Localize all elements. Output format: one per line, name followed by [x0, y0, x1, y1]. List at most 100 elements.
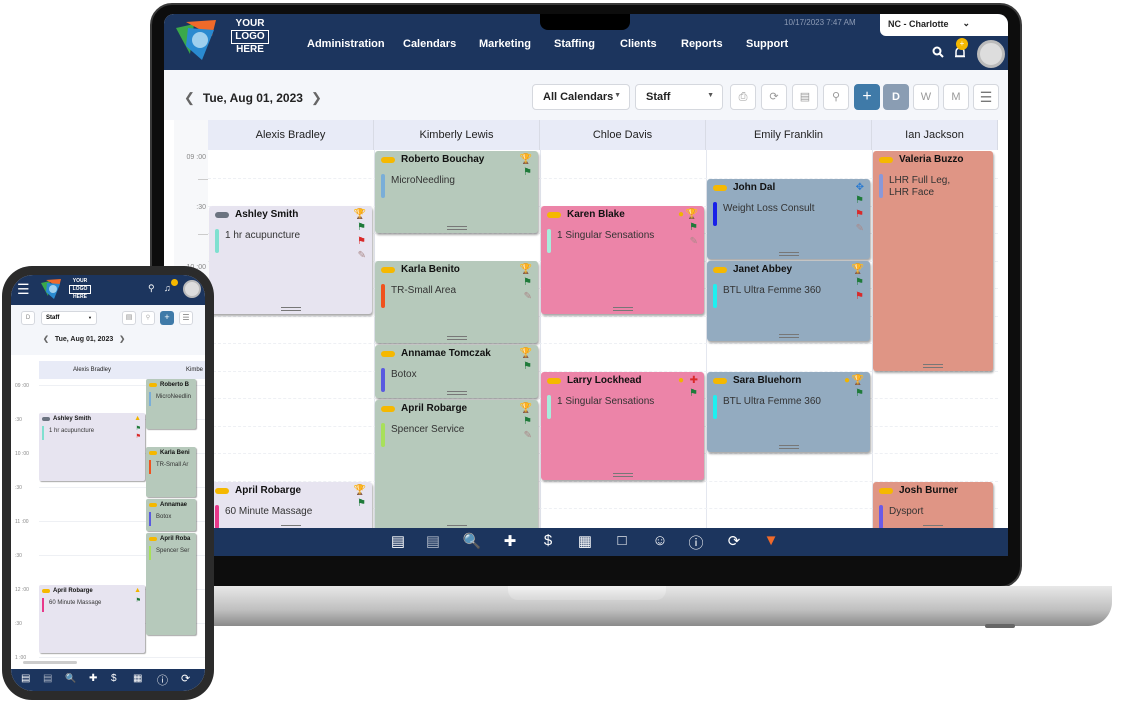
add-appointment-button[interactable]: +: [854, 84, 880, 110]
appointment-card[interactable]: Ashley Smith 1 hr acupuncture 🏆 ⚑ ⚑ ✎: [209, 206, 372, 314]
menu-button[interactable]: ☰: [179, 311, 193, 325]
nav-administration[interactable]: Administration: [307, 38, 385, 50]
service-color-bar: [42, 426, 44, 440]
resize-handle[interactable]: [612, 307, 633, 311]
staff-column-header[interactable]: Kimbe: [145, 361, 205, 379]
appointment-card[interactable]: Annamae Botox: [146, 499, 196, 531]
horizontal-scrollbar[interactable]: [23, 661, 77, 664]
trophy-gray-icon: 🏆: [851, 375, 864, 386]
refresh-icon[interactable]: ⟳: [724, 532, 744, 550]
calendar-back-icon[interactable]: ▤: [21, 673, 30, 684]
calendar-back-icon[interactable]: ▤: [388, 532, 408, 550]
bell-icon[interactable]: ♫: [164, 283, 171, 293]
nav-calendars[interactable]: Calendars: [403, 38, 456, 50]
appointment-card[interactable]: Karla Benito TR-Small Area 🏆 ⚑ ✎: [375, 261, 538, 343]
month-view-button[interactable]: M: [943, 84, 969, 110]
calendar-forward-icon[interactable]: ▤: [423, 532, 443, 550]
resize-handle[interactable]: [778, 334, 799, 338]
nav-clients[interactable]: Clients: [620, 38, 657, 50]
add-client-icon[interactable]: ✚: [89, 673, 97, 684]
staff-column-header[interactable]: Ian Jackson: [872, 120, 998, 150]
help-icon[interactable]: ⓘ: [686, 532, 706, 553]
location-selector[interactable]: NC - Charlotte ⌄: [880, 14, 1008, 36]
current-datetime: 10/17/2023 7:47 AM: [784, 18, 856, 27]
invoice-add-icon[interactable]: $: [538, 532, 558, 549]
appointment-card[interactable]: John Dal Weight Loss Consult ✥ ⚑ ⚑ ✎: [707, 179, 870, 259]
appointment-card[interactable]: Josh Burner Dysport: [873, 482, 993, 532]
print-button[interactable]: ⎙: [730, 84, 756, 110]
nav-staffing[interactable]: Staffing: [554, 38, 595, 50]
appointment-card[interactable]: Roberto Bouchay MicroNeedling 🏆 ⚑: [375, 151, 538, 233]
resize-handle[interactable]: [612, 473, 633, 477]
resize-handle[interactable]: [446, 391, 467, 395]
resize-handle[interactable]: [446, 336, 467, 340]
resize-handle[interactable]: [778, 252, 799, 256]
appointment-card[interactable]: April Robarge 60 Minute Massage 🏆 ⚑: [209, 482, 372, 532]
appointment-card[interactable]: Valeria Buzzo LHR Full Leg, LHR Face: [873, 151, 993, 371]
appointment-card[interactable]: Ashley Smith 1 hr acupuncture ▲ ⚑ ⚑: [39, 413, 145, 481]
user-avatar[interactable]: [977, 40, 1005, 68]
help-icon[interactable]: ⓘ: [157, 672, 168, 688]
calendar-button[interactable]: ▤: [122, 311, 136, 325]
support-agent-icon[interactable]: ☺: [650, 532, 670, 549]
resize-handle[interactable]: [446, 226, 467, 230]
add-client-icon[interactable]: ✚: [500, 532, 520, 550]
calendar-button[interactable]: ▤: [792, 84, 818, 110]
calendar-add-icon[interactable]: ▦: [133, 673, 142, 684]
client-search-icon[interactable]: 🔍: [462, 532, 482, 550]
calendar-forward-icon[interactable]: ▤: [43, 673, 52, 684]
appointment-card[interactable]: Roberto B MicroNeedlin: [146, 379, 196, 429]
nav-support[interactable]: Support: [746, 38, 788, 50]
search-button[interactable]: ⚲: [141, 311, 155, 325]
next-day-button[interactable]: ❯: [119, 336, 125, 343]
staff-column-header[interactable]: Emily Franklin: [706, 120, 872, 150]
staff-column-header[interactable]: Kimberly Lewis: [374, 120, 540, 150]
appointment-card[interactable]: Janet Abbey BTL Ultra Femme 360 🏆 ⚑ ⚑: [707, 261, 870, 341]
search-icon[interactable]: [932, 46, 944, 58]
staff-column-header[interactable]: Alexis Bradley: [39, 361, 145, 379]
note-icon: ✎: [523, 430, 532, 441]
calendar-filter-select[interactable]: All Calendars ▼: [532, 84, 630, 110]
hamburger-icon[interactable]: ☰: [17, 281, 30, 298]
user-avatar[interactable]: [183, 280, 201, 298]
day-view-button[interactable]: D: [21, 311, 35, 325]
staff-column-header[interactable]: Chloe Davis: [540, 120, 706, 150]
appointment-card[interactable]: April Robarge Spencer Service 🏆 ⚑ ✎: [375, 400, 538, 532]
appointment-card[interactable]: Karla Beni TR-Small Ar: [146, 447, 196, 497]
next-day-button[interactable]: ❯: [311, 90, 322, 105]
refresh-icon[interactable]: ⟳: [181, 672, 190, 685]
view-by-select[interactable]: Staff ▼: [41, 311, 97, 325]
invoice-add-icon[interactable]: $: [111, 673, 117, 684]
menu-button[interactable]: ☰: [973, 84, 999, 110]
nav-reports[interactable]: Reports: [681, 38, 723, 50]
view-by-select[interactable]: Staff ▼: [635, 84, 723, 110]
appointment-card[interactable]: Sara Bluehorn BTL Ultra Femme 360 🏆 ● ⚑: [707, 372, 870, 452]
appointment-card[interactable]: Annamae Tomczak Botox 🏆 ⚑: [375, 345, 538, 398]
view-by-value: Staff: [46, 315, 60, 321]
search-icon[interactable]: ⚲: [148, 283, 155, 294]
staff-column-header[interactable]: Alexis Bradley: [208, 120, 374, 150]
prev-day-button[interactable]: ❮: [43, 336, 49, 343]
flag-green-icon: ⚑: [689, 388, 698, 399]
time-label: 09 :00: [186, 154, 206, 161]
nav-marketing[interactable]: Marketing: [479, 38, 531, 50]
prev-day-button[interactable]: ❮: [184, 90, 195, 105]
resize-handle[interactable]: [778, 445, 799, 449]
day-view-button[interactable]: D: [883, 84, 909, 110]
appointment-card[interactable]: April Roba Spencer Ser: [146, 533, 196, 635]
brand-logo-icon[interactable]: ▼: [761, 532, 781, 549]
client-search-icon[interactable]: 🔍: [65, 673, 76, 684]
resize-handle[interactable]: [923, 364, 943, 368]
appointment-card[interactable]: Larry Lockhead 1 Singular Sensations ✚ ● ⚑: [541, 372, 704, 480]
window-icon[interactable]: □: [612, 532, 632, 549]
caret-down-icon: ▼: [88, 315, 92, 320]
week-view-button[interactable]: W: [913, 84, 939, 110]
brand-logo-icon[interactable]: [172, 18, 220, 62]
add-appointment-button[interactable]: +: [160, 311, 174, 325]
calendar-add-icon[interactable]: ▦: [575, 532, 595, 550]
search-button[interactable]: ⚲: [823, 84, 849, 110]
resize-handle[interactable]: [280, 307, 301, 311]
appointment-card[interactable]: Karen Blake 1 Singular Sensations 🏆 ● ⚑ ✎: [541, 206, 704, 314]
refresh-button[interactable]: ⟳: [761, 84, 787, 110]
appointment-card[interactable]: April Robarge 60 Minute Massage ▲ ⚑: [39, 585, 145, 653]
